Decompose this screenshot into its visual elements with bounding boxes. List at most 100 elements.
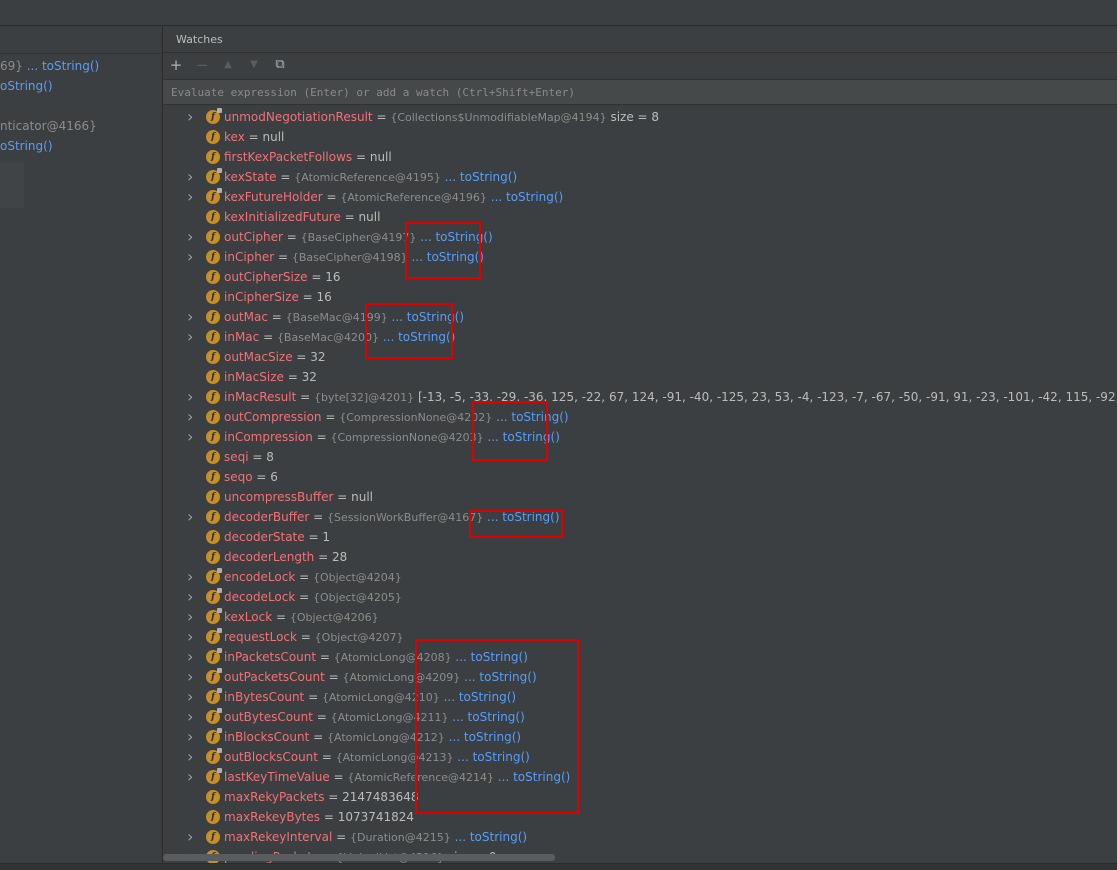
chevron-right-icon[interactable]: › — [187, 187, 199, 207]
equals-sign: = — [304, 690, 322, 704]
chevron-right-icon[interactable]: › — [187, 587, 199, 607]
field-f-icon: f — [206, 390, 220, 404]
variable-value: 32 — [310, 350, 326, 364]
variable-row[interactable]: f uncompressBuffer = null — [163, 487, 1117, 507]
variable-row[interactable]: › f lastKeyTimeValue = {AtomicReference@42… — [163, 767, 1117, 787]
remove-watch-button[interactable]: − — [193, 56, 211, 74]
variable-row[interactable]: f decoderState = 1 — [163, 527, 1117, 547]
variable-row[interactable]: › f requestLock = {Object@4207} — [163, 627, 1117, 647]
evaluate-expression-box — [163, 79, 1117, 105]
variable-row[interactable]: › f inMacResult = {byte[32]@4201} [-13, -5… — [163, 387, 1117, 407]
move-down-button[interactable]: ▼ — [245, 56, 263, 74]
chevron-right-icon[interactable]: › — [187, 107, 199, 127]
chevron-right-icon[interactable]: › — [187, 427, 199, 447]
variable-row[interactable]: › f encodeLock = {Object@4204} — [163, 567, 1117, 587]
to-string-link[interactable]: oString() — [0, 79, 53, 93]
chevron-right-icon[interactable]: › — [187, 727, 199, 747]
variable-row[interactable]: › f outMac = {BaseMac@4199} ... toString() — [163, 307, 1117, 327]
chevron-right-icon[interactable]: › — [187, 707, 199, 727]
variable-name: kexFutureHolder — [224, 190, 323, 204]
chevron-right-icon[interactable]: › — [187, 567, 199, 587]
variable-row[interactable]: f inCipherSize = 16 — [163, 287, 1117, 307]
variable-row[interactable]: › f maxRekeyInterval = {Duration@4215} ...… — [163, 827, 1117, 847]
variable-row[interactable]: › f inBlocksCount = {AtomicLong@4212} ... … — [163, 727, 1117, 747]
variable-row[interactable]: f decoderLength = 28 — [163, 547, 1117, 567]
evaluate-expression-input[interactable] — [163, 80, 1117, 104]
variable-row[interactable]: f kexInitializedFuture = null — [163, 207, 1117, 227]
variable-row[interactable]: f seqi = 8 — [163, 447, 1117, 467]
variable-row[interactable]: › f kexState = {AtomicReference@4195} ... … — [163, 167, 1117, 187]
variable-row[interactable]: › f outBlocksCount = {AtomicLong@4213} ...… — [163, 747, 1117, 767]
chevron-right-icon[interactable]: › — [187, 607, 199, 627]
variable-text: inCipherSize = 16 — [224, 287, 332, 307]
variable-row[interactable]: f outCipherSize = 16 — [163, 267, 1117, 287]
chevron-right-icon[interactable]: › — [187, 687, 199, 707]
variable-row[interactable]: › f inCipher = {BaseCipher@4198} ... toStr… — [163, 247, 1117, 267]
equals-sign: = — [307, 270, 326, 284]
variable-row[interactable]: f firstKexPacketFollows = null — [163, 147, 1117, 167]
add-watch-button[interactable]: + — [167, 56, 185, 74]
chevron-right-icon[interactable]: › — [187, 827, 199, 847]
field-f-icon: f — [206, 830, 220, 844]
variable-name: uncompressBuffer — [224, 490, 334, 504]
chevron-right-icon[interactable]: › — [187, 767, 199, 787]
to-string-link[interactable]: oString() — [0, 139, 53, 153]
chevron-right-icon[interactable]: › — [187, 307, 199, 327]
variable-type: {Duration@4215} — [349, 831, 451, 844]
chevron-right-icon[interactable]: › — [187, 647, 199, 667]
chevron-right-icon[interactable]: › — [187, 667, 199, 687]
move-up-button[interactable]: ▲ — [219, 56, 237, 74]
variable-row[interactable]: › f inMac = {BaseMac@4200} ... toString() — [163, 327, 1117, 347]
variable-name: outCompression — [224, 410, 322, 424]
variable-row[interactable]: › f unmodNegotiationResult = {Collections$… — [163, 107, 1117, 127]
to-string-link[interactable]: ... toString() — [445, 170, 517, 184]
chevron-right-icon[interactable]: › — [187, 747, 199, 767]
variable-value: 6 — [270, 470, 278, 484]
variable-row[interactable]: › f kexFutureHolder = {AtomicReference@419… — [163, 187, 1117, 207]
variable-row[interactable]: f outMacSize = 32 — [163, 347, 1117, 367]
variable-row[interactable]: › f outCompression = {CompressionNone@4202… — [163, 407, 1117, 427]
watches-panel: Watches + − ▲ ▼ ⧉ ›funmodNegotiationResu… — [163, 26, 1117, 863]
variable-row[interactable]: › f decodeLock = {Object@4205} — [163, 587, 1117, 607]
chevron-right-icon[interactable]: › — [187, 247, 199, 267]
field-f-icon: f — [206, 728, 222, 744]
chevron-right-icon[interactable]: › — [187, 327, 199, 347]
variable-row[interactable]: f kex = null — [163, 127, 1117, 147]
frame-line[interactable]: oString() — [0, 139, 53, 159]
equals-sign: = — [248, 450, 267, 464]
chevron-right-icon[interactable]: › — [187, 407, 199, 427]
chevron-right-icon[interactable]: › — [187, 387, 199, 407]
variable-row[interactable]: › f outPacketsCount = {AtomicLong@4209} ..… — [163, 667, 1117, 687]
variable-row[interactable]: f seqo = 6 — [163, 467, 1117, 487]
chevron-right-icon[interactable]: › — [187, 167, 199, 187]
field-f-icon: f — [206, 108, 222, 124]
frames-panel-header — [0, 26, 162, 54]
variable-row[interactable]: › f decoderBuffer = {SessionWorkBuffer@416… — [163, 507, 1117, 527]
variable-row[interactable]: › f inBytesCount = {AtomicLong@4210} ... t… — [163, 687, 1117, 707]
variable-row[interactable]: f maxRekeyBytes = 1073741824 — [163, 807, 1117, 827]
variable-row[interactable]: › f kexLock = {Object@4206} — [163, 607, 1117, 627]
variable-name: inBlocksCount — [224, 730, 310, 744]
variable-row[interactable]: f maxRekyPackets = 2147483648 — [163, 787, 1117, 807]
variable-text: kexInitializedFuture = null — [224, 207, 380, 227]
variable-row[interactable]: › f inCompression = {CompressionNone@4203}… — [163, 427, 1117, 447]
variable-text: inMacResult = {byte[32]@4201} [-13, -5, … — [224, 387, 1117, 408]
field-f-icon: f — [206, 688, 222, 704]
to-string-link[interactable]: ... toString() — [491, 190, 563, 204]
frame-line[interactable]: nticator@4166} — [0, 119, 97, 139]
variable-row[interactable]: f inMacSize = 32 — [163, 367, 1117, 387]
chevron-right-icon[interactable]: › — [187, 627, 199, 647]
variable-row[interactable]: › f outBytesCount = {AtomicLong@4211} ... … — [163, 707, 1117, 727]
variable-value: 16 — [316, 290, 332, 304]
variable-row[interactable]: › f outCipher = {BaseCipher@4197} ... toSt… — [163, 227, 1117, 247]
to-string-link[interactable]: ... toString() — [23, 59, 99, 73]
chevron-right-icon[interactable]: › — [187, 507, 199, 527]
frame-line[interactable]: oString() — [0, 79, 53, 99]
duplicate-watch-button[interactable]: ⧉ — [271, 56, 289, 74]
horizontal-scrollbar[interactable] — [163, 854, 555, 861]
frame-line[interactable]: 69} ... toString() — [0, 59, 99, 79]
variable-row[interactable]: › f inPacketsCount = {AtomicLong@4208} ...… — [163, 647, 1117, 667]
variable-value: 1073741824 — [337, 810, 415, 824]
chevron-right-icon[interactable]: › — [187, 227, 199, 247]
to-string-link[interactable]: ... toString() — [455, 830, 527, 844]
